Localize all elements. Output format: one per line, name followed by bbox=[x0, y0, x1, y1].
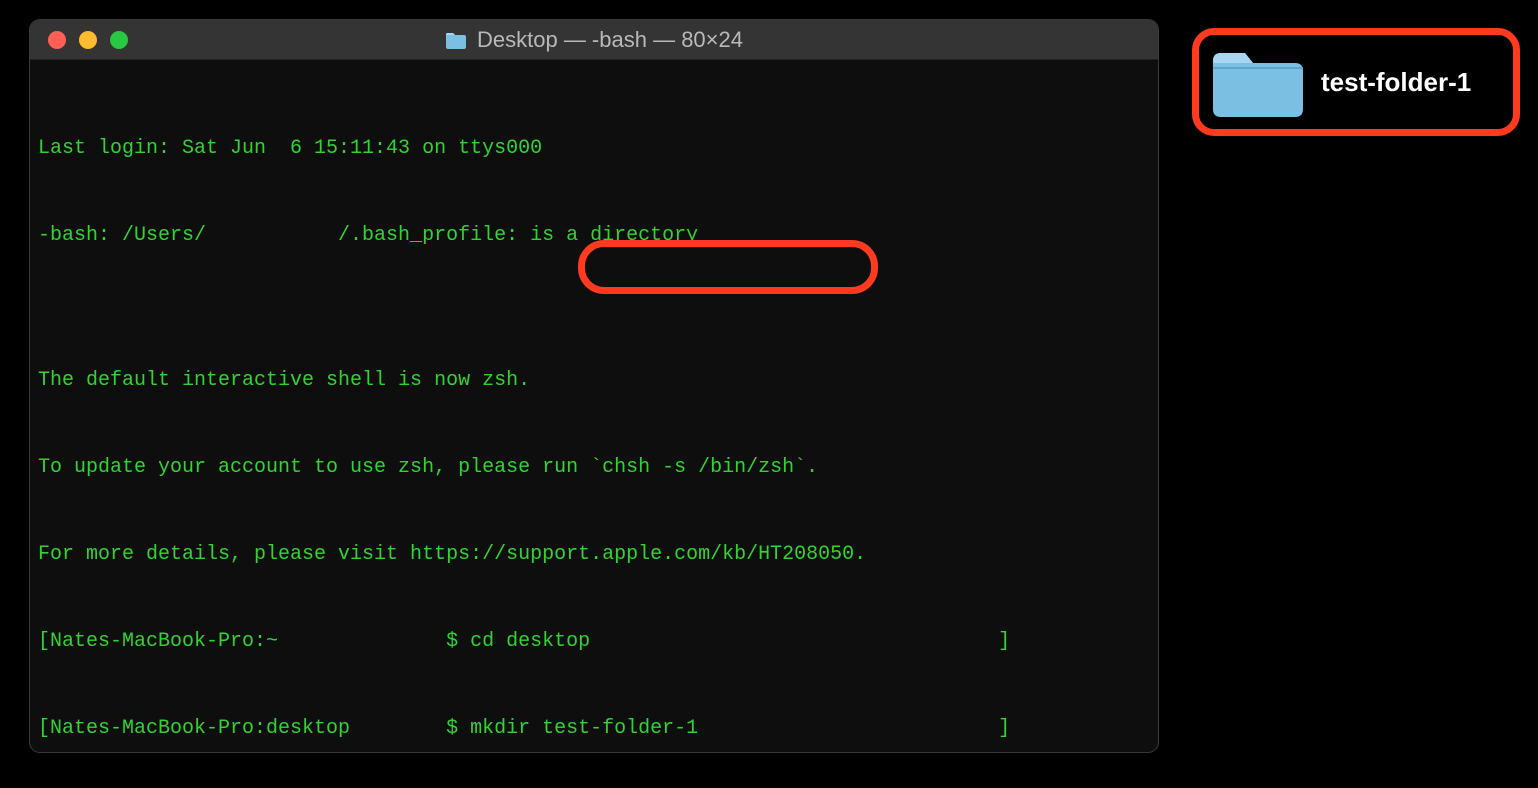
close-button[interactable] bbox=[48, 31, 66, 49]
desktop-folder-item[interactable]: test-folder-1 bbox=[1192, 28, 1520, 136]
terminal-line: To update your account to use zsh, pleas… bbox=[38, 453, 1150, 482]
terminal-line: [Nates-MacBook-Pro:desktop $ mkdir test-… bbox=[38, 714, 1150, 743]
zoom-button[interactable] bbox=[110, 31, 128, 49]
terminal-window: Desktop — -bash — 80×24 Last login: Sat … bbox=[30, 20, 1158, 752]
terminal-line: For more details, please visit https://s… bbox=[38, 540, 1150, 569]
terminal-line: -bash: /Users/ /.bash_profile: is a dire… bbox=[38, 221, 1150, 250]
title-text-wrap: Desktop — -bash — 80×24 bbox=[30, 27, 1158, 53]
terminal-line: The default interactive shell is now zsh… bbox=[38, 366, 1150, 395]
window-title: Desktop — -bash — 80×24 bbox=[477, 27, 743, 53]
folder-icon bbox=[1209, 43, 1307, 121]
desktop-folder-label: test-folder-1 bbox=[1321, 67, 1471, 98]
folder-icon bbox=[445, 31, 467, 49]
window-titlebar[interactable]: Desktop — -bash — 80×24 bbox=[30, 20, 1158, 60]
traffic-lights bbox=[30, 31, 128, 49]
terminal-line: Last login: Sat Jun 6 15:11:43 on ttys00… bbox=[38, 134, 1150, 163]
terminal-line: [Nates-MacBook-Pro:~ $ cd desktop ] bbox=[38, 627, 1150, 656]
terminal-body[interactable]: Last login: Sat Jun 6 15:11:43 on ttys00… bbox=[30, 60, 1158, 752]
minimize-button[interactable] bbox=[79, 31, 97, 49]
